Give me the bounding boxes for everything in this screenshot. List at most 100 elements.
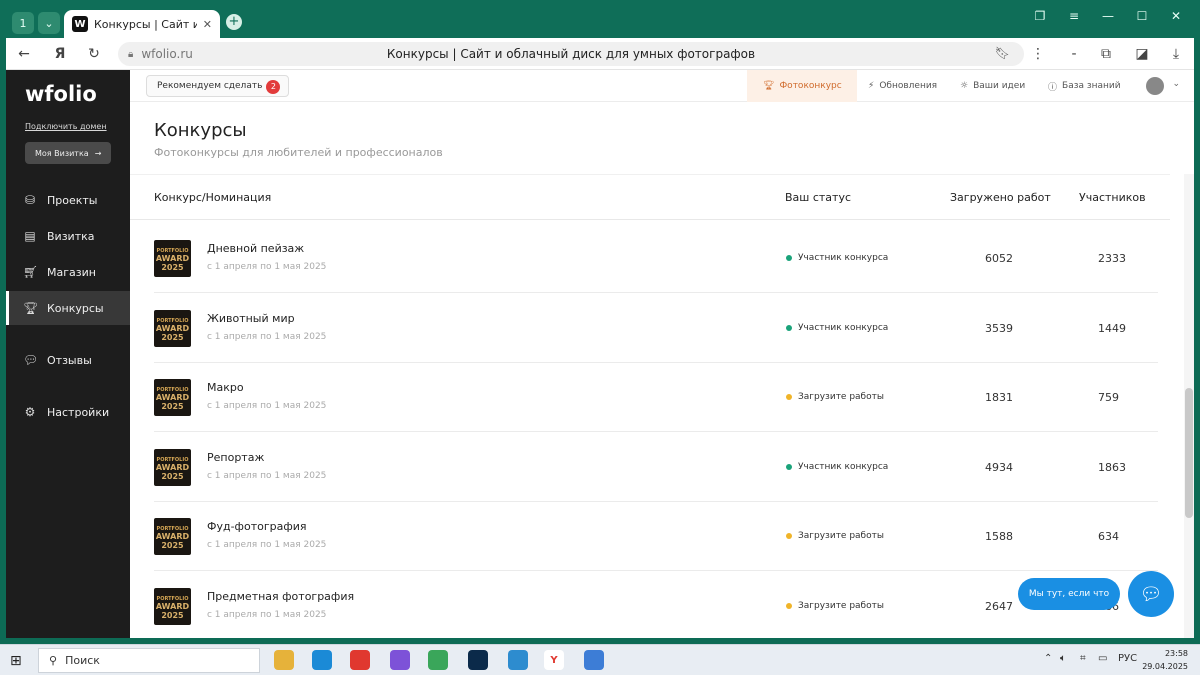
lock-icon: 🔒︎ <box>128 48 134 60</box>
photos-icon[interactable] <box>584 650 604 670</box>
language-indicator[interactable]: РУС <box>1118 653 1137 664</box>
status-badge: Загрузите работы <box>786 531 884 541</box>
speaker-icon[interactable]: 🔈︎ <box>1060 653 1066 664</box>
portfolio-award-thumbnail[interactable]: PORTFOLIO AWARD 2025 <box>154 240 191 277</box>
table-row[interactable]: PORTFOLIO AWARD 2025 Фуд-фотография с 1 апре… <box>154 502 1158 571</box>
column-contest[interactable]: Конкурс/Номинация <box>154 191 271 204</box>
updates-link[interactable]: ⚡︎ Обновления <box>868 70 937 102</box>
recommend-button[interactable]: Рекомендуем сделать 2 <box>146 75 290 97</box>
download-icon[interactable]: ⤓ <box>1166 44 1186 64</box>
reviews-icon: 💬︎ <box>23 353 39 367</box>
scrollbar-thumb[interactable] <box>1185 388 1193 518</box>
sidebar-item-label: Настройки <box>47 405 110 419</box>
search-icon: ⚲ <box>49 654 58 667</box>
chat-icon[interactable]: 💬︎ <box>1128 571 1174 617</box>
store-icon[interactable] <box>390 650 410 670</box>
column-status[interactable]: Ваш статус <box>785 191 851 204</box>
thumb-line1: PORTFOLIO <box>156 317 189 324</box>
clock-time: 23:58 <box>1164 649 1188 658</box>
sidebar-item-projects[interactable]: ⛁ Проекты <box>6 183 130 217</box>
table-row[interactable]: PORTFOLIO AWARD 2025 Макро с 1 апреля по 1 м… <box>154 363 1158 432</box>
edge-icon[interactable] <box>312 650 332 670</box>
minimize-icon[interactable]: — <box>1098 8 1118 24</box>
sidebar-item-label: Конкурсы <box>47 301 104 315</box>
page-subtitle: Фотоконкурсы для любителей и профессиона… <box>154 146 443 159</box>
minus-icon[interactable]: - <box>1064 44 1084 64</box>
telegram-icon[interactable] <box>508 650 528 670</box>
lightning-icon: ⚡︎ <box>868 81 875 91</box>
nomination-dates: с 1 апреля по 1 мая 2025 <box>207 609 327 620</box>
yandex-icon[interactable]: Я <box>50 44 70 64</box>
wfolio-favicon-icon: W <box>72 16 88 32</box>
database-icon: ⛁ <box>24 193 36 207</box>
chevron-down-icon[interactable]: ⌄ <box>1172 79 1180 89</box>
knowledge-base-link[interactable]: ⓘ База знаний <box>1048 70 1121 102</box>
column-uploaded[interactable]: Загружено работ <box>950 191 1051 204</box>
portfolio-award-thumbnail[interactable]: PORTFOLIO AWARD 2025 <box>154 309 191 347</box>
bookmark-icon[interactable]: 🔖︎ <box>995 46 1010 60</box>
scrollbar[interactable] <box>1184 174 1194 638</box>
avatar[interactable] <box>1146 77 1164 95</box>
menu-icon[interactable]: ≡ <box>1064 8 1084 24</box>
back-arrow-icon[interactable]: ← <box>14 44 34 64</box>
collections-icon[interactable]: ❐ <box>1030 8 1050 24</box>
battery-icon[interactable]: ▭ <box>1098 653 1107 664</box>
nomination-name[interactable]: Животный мир <box>207 312 295 325</box>
nomination-dates: с 1 апреля по 1 мая 2025 <box>207 470 327 481</box>
column-participants[interactable]: Участников <box>1079 191 1146 204</box>
close-window-icon[interactable]: ✕ <box>1166 8 1186 24</box>
extensions-icon[interactable]: ⧉ <box>1096 44 1116 64</box>
table-row[interactable]: PORTFOLIO AWARD 2025 Животный мир с 1 апреля… <box>154 294 1158 363</box>
participants-count: 634 <box>1098 530 1119 543</box>
yandex-browser-icon[interactable] <box>350 650 370 670</box>
status-label: Участник конкурса <box>798 461 889 472</box>
windows-start-icon[interactable]: ⊞ <box>10 653 22 669</box>
nomination-name[interactable]: Предметная фотография <box>207 590 354 603</box>
network-icon[interactable]: ⌗ <box>1080 653 1086 664</box>
chat-hint-bubble[interactable]: Мы тут, если что <box>1018 578 1120 610</box>
file-explorer-icon[interactable] <box>274 650 294 670</box>
photo-contest-link[interactable]: 🏆︎ Фотоконкурс <box>747 70 857 102</box>
nomination-name[interactable]: Макро <box>207 381 244 394</box>
sidebar-item-shop[interactable]: 🛒︎ Магазин <box>6 255 130 289</box>
status-badge: Участник конкурса <box>786 323 888 333</box>
tab-close-icon[interactable]: ✕ <box>203 18 212 31</box>
sidebar-item-card[interactable]: ▤ Визитка <box>6 219 130 253</box>
taskbar-search[interactable]: ⚲ Поиск <box>38 648 260 673</box>
maximize-icon[interactable]: ☐ <box>1132 8 1152 24</box>
browser-tab-active[interactable]: W Конкурсы | Сайт и облачный ✕ <box>64 10 220 38</box>
tab-list-chevron-icon[interactable]: ⌄ <box>38 12 60 34</box>
connect-domain-link[interactable]: Подключить домен <box>25 122 107 131</box>
clock[interactable]: 23:58 29.04.2025 <box>1142 647 1188 673</box>
thumb-line2: AWARD <box>155 532 190 541</box>
url-host: wfolio.ru <box>141 47 193 61</box>
ideas-link[interactable]: ☼ Ваши идеи <box>960 70 1025 102</box>
id-card-icon: ▤ <box>24 229 36 243</box>
url-field[interactable]: 🔒︎ wfolio.ru Конкурсы | Сайт и облачный … <box>118 42 1024 66</box>
sidebar-item-settings[interactable]: ⚙ Настройки <box>6 395 130 429</box>
nomination-dates: с 1 апреля по 1 мая 2025 <box>207 331 327 342</box>
sidebar-item-contests[interactable]: 🏆︎ Конкурсы <box>6 291 130 325</box>
portfolio-award-thumbnail[interactable]: PORTFOLIO AWARD 2025 <box>154 518 191 555</box>
table-row[interactable]: PORTFOLIO AWARD 2025 Дневной пейзаж с 1 апре… <box>154 224 1158 293</box>
portfolio-award-thumbnail[interactable]: PORTFOLIO AWARD 2025 <box>154 448 191 486</box>
table-row[interactable]: PORTFOLIO AWARD 2025 Предметная фотография с… <box>154 572 1158 639</box>
nomination-name[interactable]: Дневной пейзаж <box>207 242 304 255</box>
wfolio-logo[interactable]: wfolio <box>25 82 97 106</box>
reload-icon[interactable]: ↻ <box>84 44 104 64</box>
portfolio-award-thumbnail[interactable]: PORTFOLIO AWARD 2025 <box>154 587 191 625</box>
yandex-icon[interactable]: Y <box>544 650 564 670</box>
table-row[interactable]: PORTFOLIO AWARD 2025 Репортаж с 1 апреля по … <box>154 433 1158 502</box>
sidebar-item-reviews[interactable]: 💬︎ Отзывы <box>6 343 130 377</box>
chrome-icon[interactable] <box>428 650 448 670</box>
profile-ext-icon[interactable]: ◪ <box>1132 44 1152 64</box>
tray-chevron-icon[interactable]: ⌃ <box>1044 653 1052 664</box>
new-tab-plus-icon[interactable]: + <box>226 14 242 30</box>
more-icon[interactable]: ⋮ <box>1028 44 1048 64</box>
my-card-button[interactable]: Моя Визитка → <box>25 142 111 164</box>
nomination-name[interactable]: Фуд-фотография <box>207 520 307 533</box>
tab-counter-button[interactable]: 1 <box>12 12 34 34</box>
portfolio-award-thumbnail[interactable]: PORTFOLIO AWARD 2025 <box>154 379 191 416</box>
photoshop-icon[interactable] <box>468 650 488 670</box>
nomination-name[interactable]: Репортаж <box>207 451 264 464</box>
